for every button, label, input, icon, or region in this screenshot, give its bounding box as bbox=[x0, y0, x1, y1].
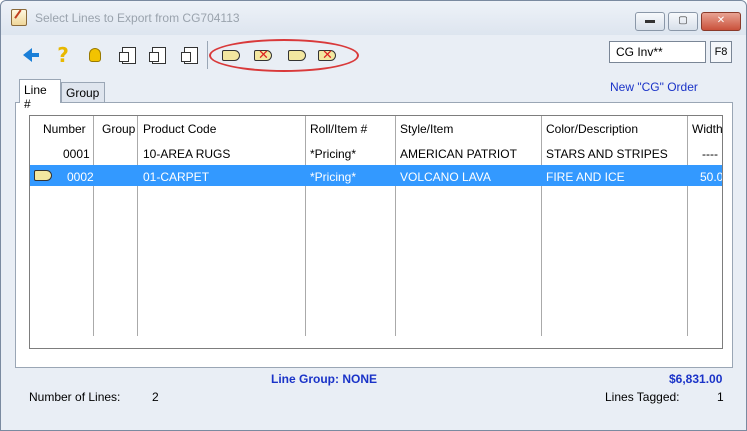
row-2-number[interactable]: 0002 bbox=[67, 170, 94, 184]
header-number[interactable]: Number bbox=[43, 122, 86, 136]
row-2-roll[interactable]: *Pricing* bbox=[310, 170, 356, 184]
number-of-lines-value: 2 bbox=[152, 390, 159, 404]
header-style-item[interactable]: Style/Item bbox=[400, 122, 453, 136]
copy-document-icon[interactable] bbox=[147, 43, 171, 67]
row-1-width[interactable]: ---- bbox=[702, 147, 718, 161]
toolbar-separator bbox=[207, 41, 208, 69]
row-2-style[interactable]: VOLCANO LAVA bbox=[400, 170, 491, 184]
row-1-number[interactable]: 0001 bbox=[63, 147, 90, 161]
title-bar[interactable]: Select Lines to Export from CG704113 ▬ ▢… bbox=[1, 1, 746, 35]
lines-tagged-value: 1 bbox=[717, 390, 724, 404]
row-2-product-code[interactable]: 01-CARPET bbox=[143, 170, 209, 184]
row-1-roll[interactable]: *Pricing* bbox=[310, 147, 356, 161]
help-icon[interactable]: ? bbox=[51, 43, 75, 67]
row-2-width[interactable]: 50.00 bbox=[700, 170, 722, 184]
lines-grid: Number Group Product Code Roll/Item # St… bbox=[29, 115, 723, 349]
line-group-label: Line Group: NONE bbox=[271, 372, 377, 386]
lines-panel: Number Group Product Code Roll/Item # St… bbox=[15, 102, 733, 368]
delete-document-icon[interactable] bbox=[179, 43, 203, 67]
search-input[interactable]: CG Inv** bbox=[609, 41, 706, 63]
header-product-code[interactable]: Product Code bbox=[143, 122, 216, 136]
row-1-color[interactable]: STARS AND STRIPES bbox=[546, 147, 668, 161]
header-group[interactable]: Group bbox=[102, 122, 135, 136]
tagged-row-icon bbox=[34, 170, 52, 181]
row-1-style[interactable]: AMERICAN PATRIOT bbox=[400, 147, 517, 161]
maximize-button[interactable]: ▢ bbox=[668, 12, 698, 31]
lines-tagged-label: Lines Tagged: bbox=[605, 390, 680, 404]
tab-group[interactable]: Group bbox=[61, 82, 105, 104]
header-width[interactable]: Width bbox=[692, 122, 722, 136]
new-cg-order-link[interactable]: New "CG" Order bbox=[610, 80, 698, 94]
number-of-lines-label: Number of Lines: bbox=[29, 390, 121, 404]
toolbar: ? CG Inv** F8 bbox=[7, 35, 742, 73]
bulb-icon[interactable] bbox=[83, 43, 107, 67]
notepad-icon bbox=[11, 9, 27, 26]
tab-line-number[interactable]: Line # bbox=[19, 79, 61, 111]
grid-column bbox=[94, 116, 138, 336]
back-arrow-icon[interactable] bbox=[15, 43, 39, 67]
minimize-button[interactable]: ▬ bbox=[635, 12, 665, 31]
row-1-product-code[interactable]: 10-AREA RUGS bbox=[143, 147, 230, 161]
header-color-description[interactable]: Color/Description bbox=[546, 122, 638, 136]
window-title: Select Lines to Export from CG704113 bbox=[35, 11, 240, 25]
export-lines-window: Select Lines to Export from CG704113 ▬ ▢… bbox=[0, 0, 747, 431]
header-roll-item[interactable]: Roll/Item # bbox=[310, 122, 367, 136]
add-document-icon[interactable] bbox=[117, 43, 141, 67]
highlight-circle bbox=[209, 39, 359, 72]
row-2-color[interactable]: FIRE AND ICE bbox=[546, 170, 625, 184]
f8-lookup-button[interactable]: F8 bbox=[710, 41, 732, 63]
close-button[interactable]: ✕ bbox=[701, 12, 741, 31]
order-total: $6,831.00 bbox=[669, 372, 723, 386]
